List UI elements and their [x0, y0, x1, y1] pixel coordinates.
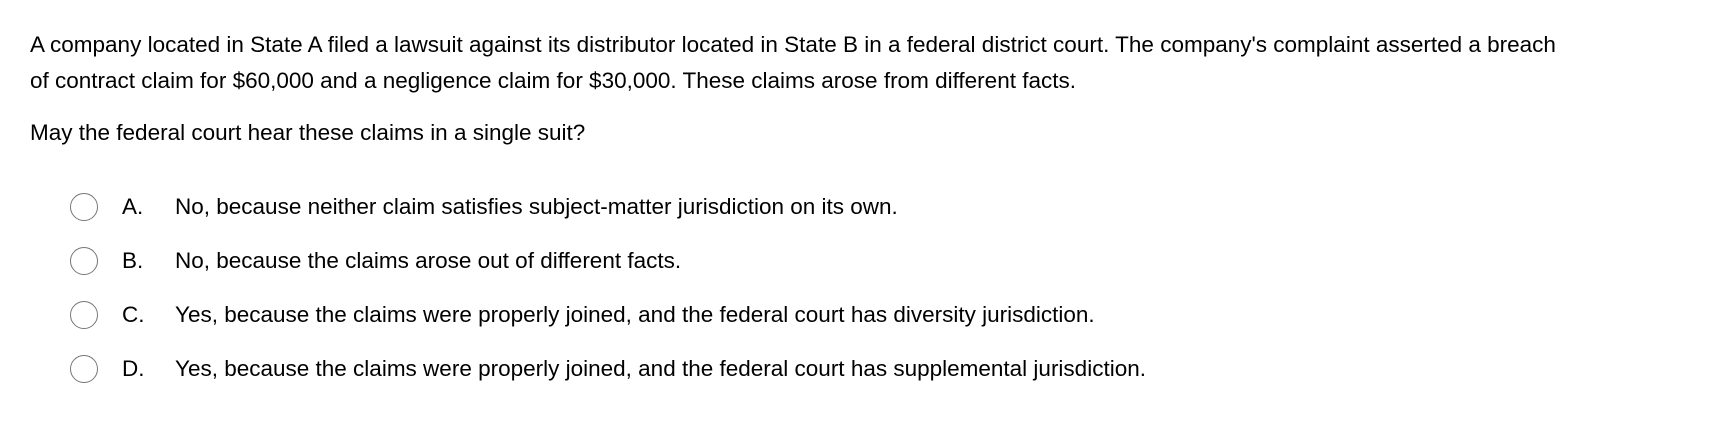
- option-b[interactable]: B. No, because the claims arose out of d…: [70, 234, 1146, 288]
- option-text[interactable]: No, because neither claim satisfies subj…: [175, 194, 898, 220]
- option-letter: B.: [122, 248, 144, 273]
- question-prompt: May the federal court hear these claims …: [30, 120, 586, 145]
- radio-button-d[interactable]: [70, 355, 98, 383]
- option-a[interactable]: A. No, because neither claim satisfies s…: [70, 180, 1146, 234]
- option-letter: A.: [122, 194, 144, 219]
- question-stem: A company located in State A filed a law…: [30, 32, 1556, 93]
- option-text[interactable]: No, because the claims arose out of diff…: [175, 248, 681, 274]
- option-text[interactable]: Yes, because the claims were properly jo…: [175, 356, 1146, 382]
- radio-button-b[interactable]: [70, 247, 98, 275]
- option-text[interactable]: Yes, because the claims were properly jo…: [175, 302, 1095, 328]
- radio-button-c[interactable]: [70, 301, 98, 329]
- option-d[interactable]: D. Yes, because the claims were properly…: [70, 342, 1146, 396]
- option-letter: D.: [122, 356, 145, 381]
- option-c[interactable]: C. Yes, because the claims were properly…: [70, 288, 1146, 342]
- radio-button-a[interactable]: [70, 193, 98, 221]
- option-letter: C.: [122, 302, 145, 327]
- answer-options: A. No, because neither claim satisfies s…: [70, 180, 1146, 396]
